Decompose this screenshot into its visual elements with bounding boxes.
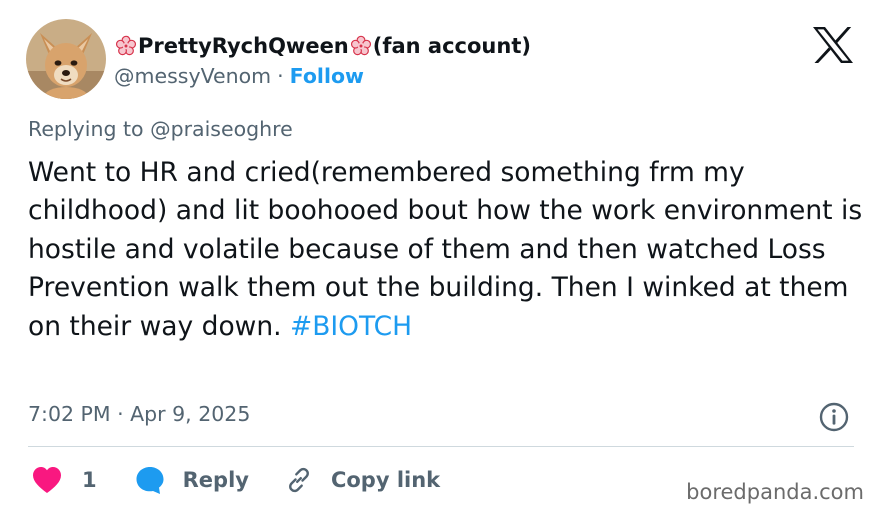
like-count: 1: [82, 468, 97, 492]
copy-link-button[interactable]: Copy link: [285, 466, 440, 494]
author-handle-row: @messyVenom · Follow: [114, 62, 364, 90]
link-icon: [289, 467, 309, 493]
heart-icon: [33, 467, 61, 493]
copy-link-label: Copy link: [330, 468, 441, 492]
author-name-row[interactable]: PrettyRychQween (fan account): [114, 30, 531, 62]
follow-button[interactable]: Follow: [290, 64, 364, 88]
like-button[interactable]: 1: [32, 466, 135, 494]
author-name-suffix[interactable]: (fan account): [373, 34, 531, 58]
info-icon[interactable]: [818, 401, 850, 433]
speech-bubble-icon: [136, 467, 164, 494]
tweet-timestamp[interactable]: 7:02 PM · Apr 9, 2025: [28, 398, 250, 430]
hashtag-link[interactable]: #BIOTCH: [290, 311, 412, 342]
tweet-text: Went to HR and cried(remembered somethin…: [28, 154, 868, 346]
tweet-body-text: Went to HR and cried(remembered somethin…: [28, 157, 863, 342]
reply-button[interactable]: Reply: [135, 465, 285, 495]
cherry-blossom-icon: [350, 35, 371, 56]
author-display-name[interactable]: PrettyRychQween: [138, 34, 349, 58]
reply-label: Reply: [182, 468, 249, 492]
avatar[interactable]: [26, 19, 106, 99]
cherry-blossom-icon: [115, 35, 137, 56]
chihuahua-avatar-icon: [26, 19, 106, 99]
author-handle[interactable]: @messyVenom: [114, 64, 271, 88]
boredpanda-watermark: boredpanda.com: [686, 480, 864, 504]
action-bar: 1 Reply Copy link: [32, 462, 440, 498]
replying-to-label: Replying to @praiseoghre: [28, 117, 293, 141]
x-logo-icon[interactable]: [812, 26, 854, 64]
handle-separator: ·: [277, 64, 284, 88]
divider: [28, 446, 854, 447]
